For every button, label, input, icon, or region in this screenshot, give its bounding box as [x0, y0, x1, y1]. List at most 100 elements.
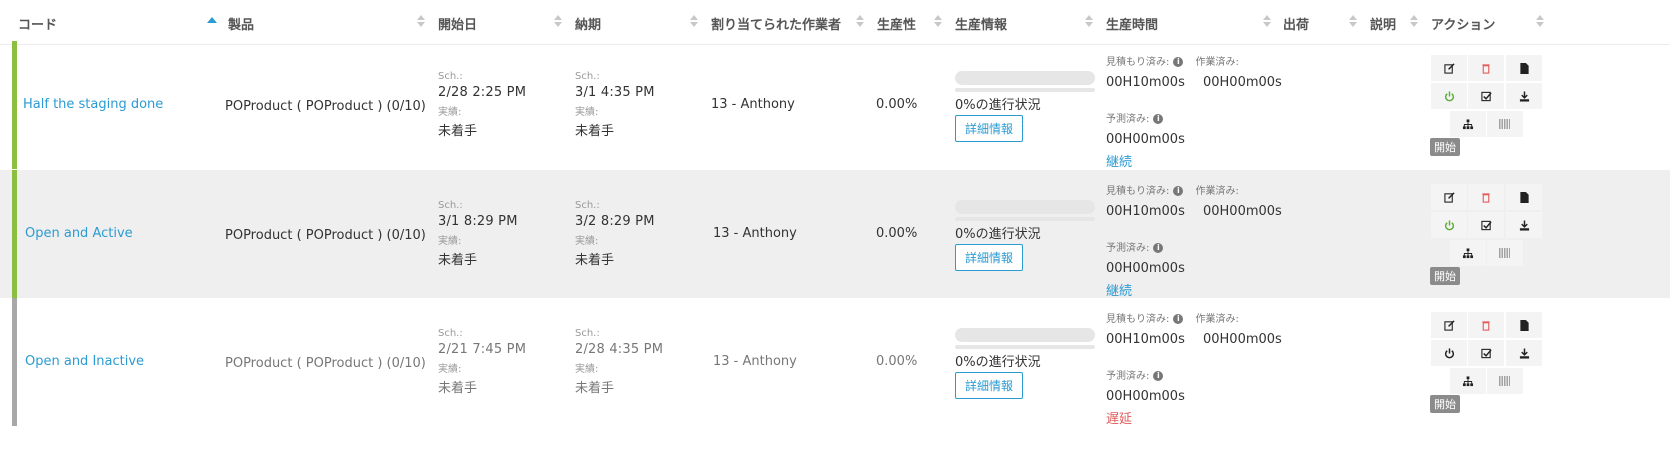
worked-time: 00H00m00s: [1202, 204, 1282, 219]
hierarchy-icon: [1462, 246, 1474, 259]
col-shipping[interactable]: 出荷: [1283, 14, 1309, 33]
status-link[interactable]: 遅延: [1106, 408, 1282, 427]
info-icon[interactable]: i: [1173, 313, 1184, 324]
due-date-cell: Sch.: 3/1 4:35 PM 実績: 未着手: [575, 71, 655, 139]
col-code[interactable]: コード: [18, 14, 57, 33]
progress-text: 0%の進行状況: [955, 355, 1041, 370]
work-order-code-link[interactable]: Open and Inactive: [25, 354, 144, 369]
detail-button[interactable]: 詳細情報: [955, 115, 1024, 142]
hierarchy-icon: [1462, 117, 1474, 130]
sort-icon[interactable]: [690, 15, 698, 29]
status-link[interactable]: 継続: [1106, 151, 1282, 170]
start-actual: 未着手: [438, 253, 478, 268]
delete-button[interactable]: [1468, 184, 1504, 210]
estimated-label: 見積もり済み:: [1106, 186, 1170, 197]
production-info-cell: 0%の進行状況 詳細情報: [955, 328, 1095, 399]
delete-button[interactable]: [1468, 312, 1504, 338]
check-button[interactable]: [1468, 340, 1504, 366]
actual-label: 実績:: [438, 236, 462, 247]
barcode-button[interactable]: [1487, 111, 1523, 137]
estimated-label: 見積もり済み:: [1106, 314, 1170, 325]
check-icon: [1480, 89, 1492, 102]
sort-icon[interactable]: [1410, 15, 1418, 29]
sch-label: Sch.:: [575, 328, 600, 339]
sort-icon[interactable]: [1085, 15, 1093, 29]
work-order-code-link[interactable]: Half the staging done: [23, 97, 163, 112]
due-actual: 未着手: [575, 381, 615, 396]
info-icon[interactable]: i: [1153, 242, 1164, 253]
barcode-button[interactable]: [1487, 368, 1523, 394]
col-assignee[interactable]: 割り当てられた作業者: [711, 14, 841, 33]
start-badge[interactable]: 開始: [1430, 395, 1460, 413]
table-header: コード 製品 開始日 納期 割り当てられた作業者 生産性 生産情報 生産時間 出…: [0, 0, 1670, 45]
due-date-cell: Sch.: 2/28 4:35 PM 実績: 未着手: [575, 328, 663, 396]
productivity-value: 0.00%: [876, 97, 918, 112]
sort-asc-icon[interactable]: [207, 17, 217, 23]
hierarchy-button[interactable]: [1450, 240, 1486, 266]
edit-button[interactable]: [1431, 184, 1467, 210]
forecast-time: 00H00m00s: [1106, 132, 1185, 147]
col-start-date[interactable]: 開始日: [438, 14, 477, 33]
progress-bar-secondary: [955, 88, 1095, 92]
sort-icon[interactable]: [1536, 15, 1544, 29]
power-icon: [1444, 89, 1455, 102]
work-order-code-link[interactable]: Open and Active: [25, 226, 133, 241]
due-scheduled: 2/28 4:35 PM: [575, 342, 664, 357]
download-button[interactable]: [1506, 340, 1542, 366]
document-icon: [1519, 61, 1529, 74]
power-button[interactable]: [1431, 340, 1467, 366]
worked-label: 作業済み:: [1195, 57, 1239, 68]
production-info-cell: 0%の進行状況 詳細情報: [955, 200, 1095, 271]
progress-text: 0%の進行状況: [955, 98, 1041, 113]
col-description[interactable]: 説明: [1370, 14, 1396, 33]
info-icon[interactable]: i: [1153, 113, 1164, 124]
sort-icon[interactable]: [856, 15, 864, 29]
info-icon[interactable]: i: [1173, 185, 1184, 196]
document-button[interactable]: [1506, 312, 1542, 338]
hierarchy-button[interactable]: [1450, 368, 1486, 394]
start-scheduled: 2/28 2:25 PM: [438, 85, 527, 100]
sort-icon[interactable]: [934, 15, 942, 29]
barcode-button[interactable]: [1487, 240, 1523, 266]
edit-button[interactable]: [1431, 312, 1467, 338]
document-button[interactable]: [1506, 55, 1542, 81]
assignee: 13 - Anthony: [711, 97, 795, 112]
detail-button[interactable]: 詳細情報: [955, 244, 1024, 271]
info-icon[interactable]: i: [1153, 370, 1164, 381]
col-production-info[interactable]: 生産情報: [955, 14, 1007, 33]
start-badge[interactable]: 開始: [1430, 267, 1460, 285]
status-link[interactable]: 継続: [1106, 280, 1282, 299]
sort-icon[interactable]: [1349, 15, 1357, 29]
download-button[interactable]: [1506, 212, 1542, 238]
forecast-time: 00H00m00s: [1106, 389, 1185, 404]
power-button[interactable]: [1431, 212, 1467, 238]
edit-icon: [1443, 61, 1455, 74]
product-name: POProduct ( POProduct ) (0/10): [225, 99, 426, 114]
edit-icon: [1443, 318, 1455, 331]
due-actual: 未着手: [575, 124, 615, 139]
productivity-value: 0.00%: [876, 226, 918, 241]
start-badge[interactable]: 開始: [1430, 138, 1460, 156]
col-due-date[interactable]: 納期: [575, 14, 601, 33]
info-icon[interactable]: i: [1173, 56, 1184, 67]
sort-icon[interactable]: [1263, 15, 1271, 29]
delete-button[interactable]: [1468, 55, 1504, 81]
forecast-label: 予測済み:: [1106, 243, 1150, 254]
col-production-time[interactable]: 生産時間: [1106, 14, 1158, 33]
download-button[interactable]: [1506, 83, 1542, 109]
sort-icon[interactable]: [554, 15, 562, 29]
detail-button[interactable]: 詳細情報: [955, 372, 1024, 399]
document-button[interactable]: [1506, 184, 1542, 210]
sort-icon[interactable]: [417, 15, 425, 29]
col-product[interactable]: 製品: [228, 14, 254, 33]
check-button[interactable]: [1468, 212, 1504, 238]
hierarchy-button[interactable]: [1450, 111, 1486, 137]
start-date-cell: Sch.: 3/1 8:29 PM 実績: 未着手: [438, 200, 518, 268]
sch-label: Sch.:: [575, 200, 600, 211]
forecast-label: 予測済み:: [1106, 371, 1150, 382]
check-button[interactable]: [1468, 83, 1504, 109]
edit-button[interactable]: [1431, 55, 1467, 81]
power-button[interactable]: [1431, 83, 1467, 109]
col-productivity[interactable]: 生産性: [877, 14, 916, 33]
productivity-value: 0.00%: [876, 354, 918, 369]
